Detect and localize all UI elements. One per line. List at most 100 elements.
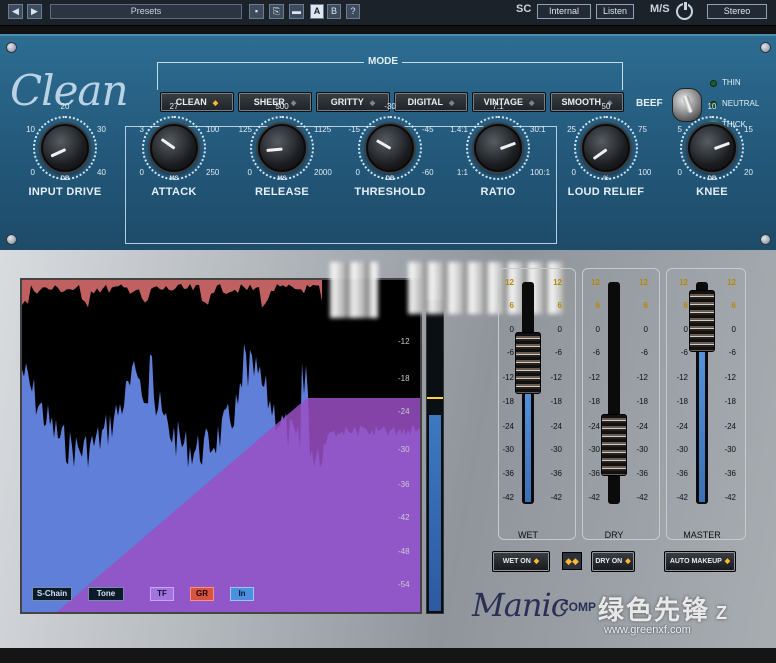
gain-reduction-meter-fill bbox=[429, 415, 441, 611]
fader-scale-right: -36 bbox=[550, 469, 562, 478]
ab-a-button[interactable]: A bbox=[310, 4, 324, 19]
knob-knee[interactable] bbox=[688, 124, 736, 172]
knob-scale-top: -30 bbox=[384, 102, 396, 111]
gain-reduction-meter bbox=[426, 300, 444, 614]
fader-scale-left: -12 bbox=[676, 373, 688, 382]
button-label: WET ON bbox=[502, 558, 531, 565]
knob-loud-relief[interactable] bbox=[582, 124, 630, 172]
knob-unit: DB bbox=[385, 176, 395, 182]
link-faders-button[interactable]: ◆◆ bbox=[562, 552, 582, 570]
knob-pointer bbox=[592, 148, 608, 160]
knob-threshold[interactable] bbox=[366, 124, 414, 172]
knob-pointer bbox=[713, 141, 730, 151]
help-button[interactable]: ? bbox=[346, 4, 360, 19]
knob-label: ATTACK bbox=[151, 186, 197, 198]
display-scale-label: -54 bbox=[398, 580, 410, 589]
sidechain-label: SC bbox=[516, 3, 532, 15]
fader-scale-left: -30 bbox=[588, 445, 600, 454]
tone-view-button[interactable]: Tone bbox=[88, 587, 124, 601]
stereo-mode-select[interactable]: Stereo bbox=[707, 4, 767, 19]
indicator-icon: ◆ bbox=[369, 100, 376, 107]
ms-label: M/S bbox=[650, 3, 670, 15]
knob-label: LOUD RELIEF bbox=[567, 186, 645, 198]
screw-icon bbox=[760, 42, 771, 53]
knob-input-drive[interactable] bbox=[41, 124, 89, 172]
master-toggle-button[interactable]: AUTO MAKEUP ◆ bbox=[664, 551, 736, 572]
fader-scale-right: -6 bbox=[728, 348, 736, 357]
mode-button-digital[interactable]: DIGITAL ◆ bbox=[394, 92, 468, 112]
tf-view-button[interactable]: TF bbox=[150, 587, 174, 601]
blurred-region bbox=[330, 262, 378, 318]
knob-scale-max: 100:1 bbox=[530, 168, 551, 177]
screw-icon bbox=[6, 234, 17, 245]
mode-label: MODE bbox=[364, 56, 402, 67]
knob-unit: DB bbox=[707, 176, 717, 182]
beef-option-thin[interactable]: THIN bbox=[722, 78, 741, 87]
knob-scale-top: 50 bbox=[601, 102, 611, 111]
beef-option-neutral[interactable]: NEUTRAL bbox=[722, 99, 759, 108]
master-fader-handle[interactable] bbox=[689, 290, 715, 352]
fader-scale-right: -12 bbox=[550, 373, 562, 382]
knob-ratio[interactable] bbox=[474, 124, 522, 172]
button-label: DRY ON bbox=[595, 558, 623, 565]
fader-scale-right: 0 bbox=[643, 325, 648, 334]
fader-scale-right: -6 bbox=[554, 348, 562, 357]
sidechain-view-button[interactable]: S-Chain bbox=[32, 587, 72, 601]
fader-scale-right: -30 bbox=[636, 445, 648, 454]
mode-button-label: GRITTY bbox=[330, 97, 364, 107]
comp-logo: COMP bbox=[560, 600, 596, 614]
knob-label: THRESHOLD bbox=[354, 186, 426, 198]
fader-scale-right: -24 bbox=[550, 422, 562, 431]
fader-scale-right: 6 bbox=[643, 301, 648, 310]
fader-scale-left: -6 bbox=[680, 348, 688, 357]
knob-scale-max: -60 bbox=[422, 168, 434, 177]
copy-icon[interactable]: ⎘ bbox=[269, 4, 284, 19]
indicator-icon: ◆ bbox=[448, 100, 455, 107]
fader-scale-left: 0 bbox=[683, 325, 688, 334]
fader-scale-right: 0 bbox=[731, 325, 736, 334]
top-toolbar: ◀ ▶ Presets ▪ ⎘ ▬ A B ? SC Internal List… bbox=[0, 0, 776, 26]
dry-fader-handle[interactable] bbox=[601, 414, 627, 476]
power-icon[interactable] bbox=[676, 1, 693, 20]
display-scale-label: -48 bbox=[398, 547, 410, 556]
knob-release[interactable] bbox=[258, 124, 306, 172]
control-panel: Clean MODE CLEAN ◆ SHEER ◆ GRITTY ◆ DIGITAL… bbox=[0, 34, 776, 250]
fader-label: MASTER bbox=[683, 530, 721, 540]
sidechain-source-select[interactable]: Internal bbox=[537, 4, 591, 19]
wet-fader-handle[interactable] bbox=[515, 332, 541, 394]
next-preset-icon[interactable]: ▶ bbox=[27, 4, 42, 19]
watermark-url: www.greenxf.com bbox=[604, 624, 691, 636]
knob-attack[interactable] bbox=[150, 124, 198, 172]
input-view-button[interactable]: In bbox=[230, 587, 254, 601]
knob-scale-left-mid: 1.4:1 bbox=[450, 125, 468, 134]
knob-scale-top: 20 bbox=[60, 102, 70, 111]
fader-scale-left: -12 bbox=[588, 373, 600, 382]
gr-view-button[interactable]: GR bbox=[190, 587, 214, 601]
fader-scale-right: -30 bbox=[724, 445, 736, 454]
folder-icon[interactable]: ▬ bbox=[289, 4, 304, 19]
prev-preset-icon[interactable]: ◀ bbox=[8, 4, 23, 19]
preset-selector[interactable]: Presets bbox=[50, 4, 242, 19]
fader-scale-left: 12 bbox=[679, 278, 688, 287]
fader-scale-left: -18 bbox=[676, 397, 688, 406]
dry-toggle-button[interactable]: DRY ON ◆ bbox=[591, 551, 635, 572]
ab-b-button[interactable]: B bbox=[327, 4, 341, 19]
indicator-icon: ◆ bbox=[212, 100, 219, 107]
wet-toggle-button[interactable]: WET ON ◆ bbox=[492, 551, 550, 572]
screw-icon bbox=[760, 234, 771, 245]
listen-button[interactable]: Listen bbox=[596, 4, 634, 19]
gain-reduction-area bbox=[22, 280, 322, 308]
fader-label: DRY bbox=[604, 530, 624, 540]
beef-label: BEEF bbox=[636, 98, 663, 109]
display-scale-label: -30 bbox=[398, 445, 410, 454]
save-icon[interactable]: ▪ bbox=[249, 4, 264, 19]
knob-pointer bbox=[266, 147, 283, 152]
fader-scale-right: -18 bbox=[550, 397, 562, 406]
fader-scale-left: -6 bbox=[506, 348, 514, 357]
fader-scale-right: 12 bbox=[727, 278, 736, 287]
knob-scale-min: 0 bbox=[677, 168, 682, 177]
fader-scale-right: 12 bbox=[639, 278, 648, 287]
fader-scale-right: 6 bbox=[557, 301, 562, 310]
fader-scale-right: -42 bbox=[550, 493, 562, 502]
knob-scale-left-mid: 125 bbox=[238, 125, 252, 134]
